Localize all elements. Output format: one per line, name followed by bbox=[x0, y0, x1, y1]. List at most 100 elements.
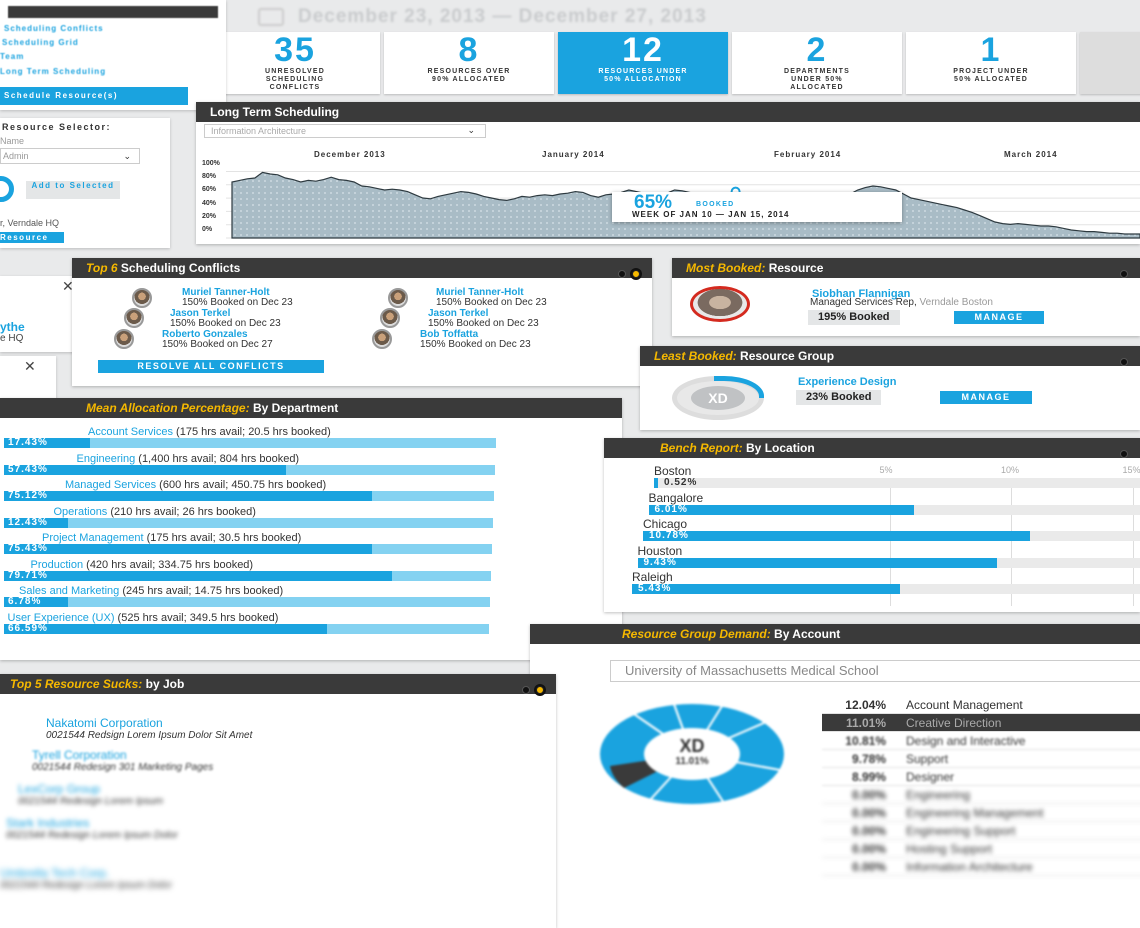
demand-row[interactable]: 0.00% Hosting Support bbox=[822, 840, 1140, 858]
allocation-bar-fill: 6.78% bbox=[4, 597, 68, 607]
city-label: Chicago bbox=[643, 517, 688, 531]
demand-percent: 11.01% bbox=[845, 716, 886, 730]
chart-tooltip: 65% Booked Week of Jan 10 — Jan 15, 2014 bbox=[612, 192, 902, 222]
bench-row[interactable]: Chicago 10.78% bbox=[643, 517, 1140, 541]
demand-row[interactable]: 9.78% Support bbox=[822, 750, 1140, 768]
demand-group: Engineering bbox=[906, 788, 971, 802]
allocation-bar-fill: 66.59% bbox=[4, 623, 327, 634]
department-hours: (175 hrs avail; 20.5 hrs booked) bbox=[176, 426, 331, 438]
department-row[interactable]: Account Services (175 hrs avail; 20.5 hr… bbox=[4, 426, 622, 450]
account-dropdown[interactable]: University of Massachusetts Medical Scho… bbox=[610, 660, 1140, 682]
manage-button[interactable]: Manage bbox=[954, 311, 1044, 324]
conflict-item[interactable]: Jason Terkel 150% Booked on Dec 23 bbox=[428, 309, 539, 329]
booked-badge: 23% Booked bbox=[796, 390, 882, 405]
calendar-icon[interactable] bbox=[258, 8, 284, 26]
demand-donut-chart[interactable]: XD 11.01% bbox=[594, 700, 790, 808]
resource-suck-item[interactable]: Umbrella Tech Corp. 0021544 Redesign Lore… bbox=[0, 866, 172, 891]
department-row[interactable]: Engineering (1,400 hrs avail; 804 hrs bo… bbox=[4, 453, 623, 477]
conflict-item[interactable]: Muriel Tanner-Holt 150% Booked on Dec 23 bbox=[436, 288, 547, 308]
department-row[interactable]: Operations (210 hrs avail; 26 hrs booked… bbox=[4, 506, 614, 530]
department-row[interactable]: User Experience (UX) (525 hrs avail; 349… bbox=[4, 611, 544, 636]
demand-group: Creative Direction bbox=[906, 716, 1002, 730]
stat-under-allocation[interactable]: 12 Resources Under 50% Allocation bbox=[558, 32, 728, 94]
sidebar-link-grid[interactable]: Scheduling Grid bbox=[2, 38, 79, 47]
tooltip-week: Week of Jan 10 — Jan 15, 2014 bbox=[632, 210, 790, 219]
page-dot-active-icon[interactable] bbox=[536, 686, 544, 694]
avatar bbox=[372, 329, 392, 349]
department-name: Managed Services bbox=[65, 479, 157, 491]
sidebar-link-long-term[interactable]: Long Term Scheduling bbox=[0, 67, 106, 76]
stat-project-under[interactable]: 1 Project Under 50% Allocated bbox=[906, 32, 1076, 94]
department-row[interactable]: Managed Services (600 hrs avail; 450.75 … bbox=[4, 479, 622, 503]
department-row[interactable]: Project Management (175 hrs avail; 30.5 … bbox=[4, 532, 596, 556]
stat-cards: 35 Unresolved Scheduling Conflicts 8 Res… bbox=[210, 32, 1140, 94]
page-dot-icon[interactable] bbox=[1120, 270, 1128, 278]
resource-suck-item[interactable]: Stark Industries 0021544 Redesign Lorem I… bbox=[6, 816, 178, 841]
demand-group: Engineering Management bbox=[906, 806, 1044, 820]
department-filter-dropdown[interactable]: Information Architecture ⌄ bbox=[204, 124, 486, 138]
page-dot-icon[interactable] bbox=[522, 686, 530, 694]
panel-title: Top 5 Resource Sucks: by Job bbox=[0, 674, 556, 694]
bench-row[interactable]: Bangalore 6.01% bbox=[648, 491, 1140, 515]
resource-suck-item[interactable]: Nakatomi Corporation 0021544 Redsign Lore… bbox=[46, 716, 252, 741]
y-tick: 60% bbox=[202, 186, 217, 193]
department-name: User Experience (UX) bbox=[7, 611, 115, 624]
role-dropdown[interactable]: Admin ⌄ bbox=[0, 148, 140, 164]
bench-row[interactable]: Houston 9.43% bbox=[637, 543, 1140, 568]
demand-row[interactable]: 12.04% Account Management bbox=[822, 696, 1140, 714]
page-dot-active-icon[interactable] bbox=[632, 270, 640, 278]
resource-suck-item[interactable]: Tyrell Corporation 0021544 Redesign 301 M… bbox=[32, 748, 213, 773]
demand-row[interactable]: 0.00% Engineering Support bbox=[822, 822, 1140, 840]
demand-row[interactable]: 8.99% Designer bbox=[822, 768, 1140, 786]
bench-bar: 10.78% bbox=[643, 531, 1030, 541]
department-row[interactable]: Sales and Marketing (245 hrs avail; 14.7… bbox=[4, 585, 561, 609]
location-text: Verndale HQ bbox=[7, 218, 60, 228]
page-dot-icon[interactable] bbox=[1120, 450, 1128, 458]
department-name: Production bbox=[30, 558, 84, 571]
city-label: Houston bbox=[637, 543, 683, 558]
stat-value: 35 bbox=[274, 31, 316, 69]
conflict-item[interactable]: Jason Terkel 150% Booked on Dec 23 bbox=[170, 309, 281, 329]
demand-group: Hosting Support bbox=[906, 842, 993, 856]
close-icon[interactable]: ✕ bbox=[24, 358, 36, 375]
demand-row[interactable]: 10.81% Design and Interactive bbox=[822, 732, 1140, 750]
sidebar-link-team[interactable]: Team bbox=[0, 52, 24, 61]
bench-bar: 9.43% bbox=[637, 557, 998, 568]
panel-title: Resource Group Demand: By Account bbox=[530, 624, 1140, 644]
demand-row[interactable]: 11.01% Creative Direction bbox=[822, 714, 1140, 732]
group-name[interactable]: Experience Design bbox=[798, 376, 896, 388]
bench-row[interactable]: Raleigh 5.43% bbox=[632, 570, 1140, 594]
page-dot-icon[interactable] bbox=[618, 270, 626, 278]
name-input[interactable]: Name bbox=[0, 136, 140, 146]
stat-label: Departments Under 50% Allocated bbox=[784, 68, 850, 91]
resolve-all-button[interactable]: Resolve All Conflicts bbox=[98, 360, 324, 373]
stat-partial[interactable] bbox=[1080, 32, 1140, 94]
allocation-bar-fill: 17.43% bbox=[4, 438, 90, 448]
stat-over-allocated[interactable]: 8 Resources Over 90% Allocated bbox=[384, 32, 554, 94]
manage-button[interactable]: Manage bbox=[940, 391, 1032, 404]
allocation-bar-track: 17.43% bbox=[4, 438, 496, 448]
conflict-item[interactable]: Roberto Gonzales 150% Booked on Dec 27 bbox=[162, 330, 273, 350]
bench-row[interactable]: Boston 0.52% bbox=[654, 464, 1140, 488]
department-row[interactable]: Production (420 hrs avail; 334.75 hrs bo… bbox=[4, 558, 579, 583]
demand-row[interactable]: 0.00% Engineering bbox=[822, 786, 1140, 804]
schedule-resource-button[interactable]: Schedule Resource(s) bbox=[0, 87, 188, 105]
conflict-item[interactable]: Bob Toffatta 150% Booked on Dec 23 bbox=[420, 330, 531, 350]
demand-row[interactable]: 0.00% Information Architecture bbox=[822, 858, 1140, 876]
bench-report-panel: Bench Report: By Location 5%10%15%20 Bos… bbox=[604, 438, 1140, 612]
selector-location: r, Verndale HQ bbox=[0, 218, 60, 228]
resource-suck-item[interactable]: LexCorp Group 0021544 Redesign Lorem Ipsu… bbox=[18, 782, 163, 807]
add-to-selected-button[interactable]: Add to Selected bbox=[26, 181, 120, 199]
long-term-scheduling-panel: Long Term Scheduling Information Archite… bbox=[196, 102, 1140, 244]
toggle-icon[interactable] bbox=[0, 176, 14, 202]
department-name: Account Services bbox=[88, 426, 173, 438]
conflict-item[interactable]: Muriel Tanner-Holt 150% Booked on Dec 23 bbox=[182, 288, 293, 308]
scheduling-conflicts-panel: Top 6 Scheduling Conflicts Muriel Tanner… bbox=[72, 258, 652, 386]
chevron-down-icon: ⌄ bbox=[467, 125, 475, 135]
demand-row[interactable]: 0.00% Engineering Management bbox=[822, 804, 1140, 822]
page-dot-icon[interactable] bbox=[1120, 358, 1128, 366]
stat-departments-under[interactable]: 2 Departments Under 50% Allocated bbox=[732, 32, 902, 94]
sidebar-link-conflicts[interactable]: Scheduling Conflicts bbox=[4, 24, 104, 33]
stat-unresolved-conflicts[interactable]: 35 Unresolved Scheduling Conflicts bbox=[210, 32, 380, 94]
resource-button[interactable]: Resource bbox=[0, 232, 64, 243]
